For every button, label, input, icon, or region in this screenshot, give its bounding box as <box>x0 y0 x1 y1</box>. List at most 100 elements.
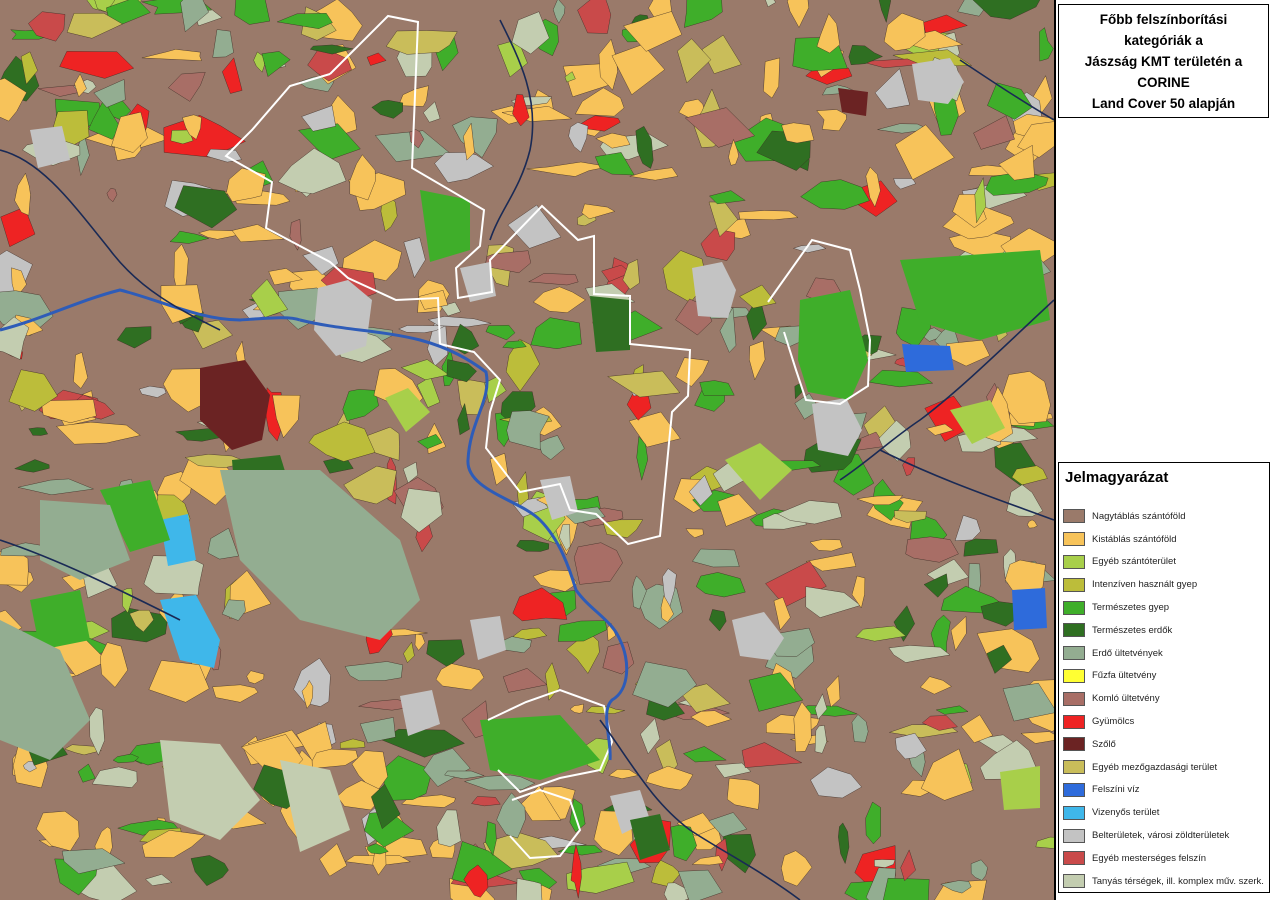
land-cover-patch <box>516 540 550 552</box>
land-cover-patch <box>1035 836 1054 849</box>
legend-item: Felszíni víz <box>1063 779 1267 802</box>
legend-label: Intenzíven használt gyep <box>1092 579 1198 591</box>
land-cover-patch <box>206 148 242 163</box>
land-cover-patch <box>920 748 974 801</box>
land-cover-patch <box>301 105 336 132</box>
legend-label: Erdő ültetvények <box>1092 647 1163 659</box>
land-cover-patch <box>900 849 916 882</box>
legend-swatch <box>1063 554 1085 569</box>
legend-item: Nagytáblás szántóföld <box>1063 505 1267 528</box>
natural-grass-patch <box>798 290 868 400</box>
land-cover-patch <box>970 859 988 881</box>
legend-label: Egyéb mesterséges felszín <box>1092 852 1207 864</box>
land-cover-patch <box>91 766 138 788</box>
legend-item: Gyümölcs <box>1063 710 1267 733</box>
land-cover-patch <box>651 859 681 888</box>
land-cover-patch <box>883 877 930 900</box>
land-cover-patch <box>963 538 999 557</box>
land-cover-patch <box>763 57 780 99</box>
land-cover-patch <box>398 85 429 107</box>
land-cover-patch <box>623 11 683 52</box>
land-cover-patch <box>935 705 969 715</box>
legend-swatch <box>1063 646 1085 661</box>
land-cover-patch <box>699 380 735 396</box>
legend-item: Tanyás térségek, ill. komplex műv. szerk… <box>1063 870 1267 893</box>
land-cover-patch <box>685 528 704 539</box>
legend-label: Nagytáblás szántóföld <box>1092 510 1186 522</box>
land-cover-patch <box>677 38 712 84</box>
land-cover-patch <box>116 326 152 349</box>
land-cover-patch <box>602 641 635 675</box>
land-cover-patch <box>568 122 589 153</box>
land-cover-patch <box>726 777 760 810</box>
map-frame-border <box>1054 0 1056 900</box>
legend-label: Kistáblás szántóföld <box>1092 533 1177 545</box>
legend-item: Egyéb mezőgazdasági terület <box>1063 756 1267 779</box>
legend-swatch <box>1063 532 1085 547</box>
land-cover-patch <box>344 661 403 682</box>
land-cover-patch <box>573 542 623 585</box>
land-cover-patch <box>145 874 173 886</box>
land-cover-patch <box>74 73 87 98</box>
land-cover-patch <box>502 668 548 693</box>
land-cover-patch <box>602 519 644 538</box>
land-cover-patch <box>400 359 450 381</box>
land-cover-patch <box>414 633 426 651</box>
land-cover-patch <box>308 421 376 462</box>
land-cover-patch <box>608 769 639 779</box>
legend-label: Tanyás térségek, ill. komplex műv. szerk… <box>1092 875 1264 887</box>
land-cover-patch <box>765 714 820 736</box>
map-title: Főbb felszínborítási kategóriák a Jászsá… <box>1059 9 1268 114</box>
legend-swatch <box>1063 600 1085 615</box>
land-cover-patch <box>55 421 141 445</box>
land-cover-patch <box>246 670 265 684</box>
land-cover-patch <box>526 161 609 177</box>
land-cover-patch <box>557 620 608 642</box>
land-cover-patch <box>611 44 665 96</box>
land-cover-patch <box>530 317 582 350</box>
land-cover-patch <box>874 68 910 110</box>
legend-item: Komló ültetvény <box>1063 687 1267 710</box>
land-cover-patch <box>1006 484 1043 517</box>
land-cover-patch <box>403 237 426 279</box>
map-title-line: Főbb felszínborítási kategóriák a <box>1099 11 1228 48</box>
land-cover-patch <box>682 746 727 763</box>
land-cover-patch <box>537 435 565 460</box>
land-cover-patch <box>339 738 366 749</box>
land-cover-patch <box>810 766 862 799</box>
land-cover-patch <box>709 609 727 632</box>
land-cover-patch <box>434 152 494 183</box>
land-cover-patch <box>691 855 724 866</box>
settlement-patch <box>692 262 736 318</box>
natural-grass-patch <box>420 190 470 262</box>
land-cover-patch <box>749 340 766 381</box>
legend-swatch <box>1063 691 1085 706</box>
land-cover-patch <box>366 52 387 66</box>
legend-label: Szőlő <box>1092 738 1116 750</box>
land-cover-patch <box>261 51 291 77</box>
land-cover-patch <box>485 324 516 341</box>
legend-swatch <box>1063 874 1085 889</box>
legend-title: Jelmagyarázat <box>1065 469 1169 486</box>
land-cover-patch <box>106 188 118 203</box>
land-cover-patch <box>954 515 981 541</box>
legend-swatch <box>1063 805 1085 820</box>
land-cover-patch <box>73 352 88 389</box>
land-cover-patch <box>507 204 562 249</box>
land-cover-patch <box>552 0 566 24</box>
land-cover-patch <box>741 742 803 768</box>
land-cover-patch <box>865 801 881 845</box>
land-cover-patch <box>222 57 243 94</box>
land-cover-patch <box>383 755 433 801</box>
legend-item: Egyéb mesterséges felszín <box>1063 847 1267 870</box>
land-cover-patch <box>311 748 359 769</box>
land-cover-patch <box>695 572 746 598</box>
land-cover-patch <box>805 586 861 618</box>
land-cover-patch <box>0 206 36 247</box>
land-cover-patch <box>700 228 736 261</box>
land-cover-patch <box>893 178 916 190</box>
legend-label: Gyümölcs <box>1092 716 1135 728</box>
land-cover-patch <box>814 725 827 754</box>
legend-item: Egyéb szántóterület <box>1063 551 1267 574</box>
legend-item: Erdő ültetvények <box>1063 642 1267 665</box>
